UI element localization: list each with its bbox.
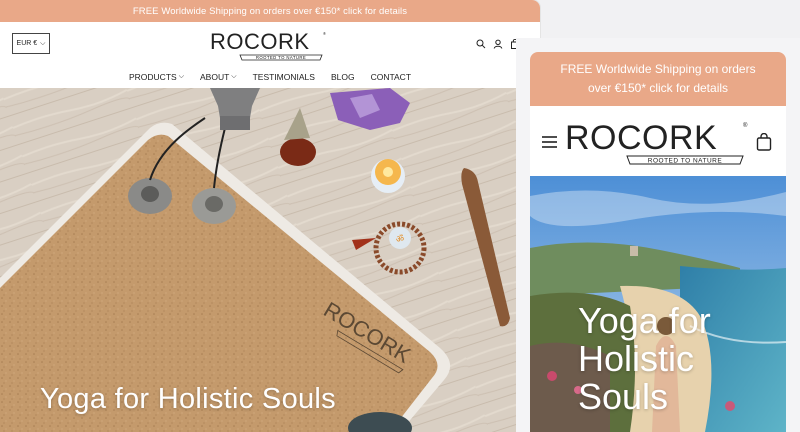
nav-label: PRODUCTS	[128, 72, 177, 82]
announcement-text[interactable]: FREE Worldwide Shipping on orders over €…	[133, 6, 407, 17]
cart-icon[interactable]	[756, 133, 772, 151]
menu-icon[interactable]	[542, 136, 557, 148]
desktop-preview: FREE Worldwide Shipping on orders over €…	[0, 0, 540, 432]
account-icon[interactable]	[493, 39, 503, 49]
svg-text:ॐ: ॐ	[396, 234, 404, 245]
mobile-frame: FREE Worldwide Shipping on orders over €…	[530, 52, 786, 432]
header-icons	[476, 39, 520, 49]
chevron-down-icon: ⌵	[40, 39, 46, 47]
announcement-bar[interactable]: FREE Worldwide Shipping on orders over €…	[0, 0, 540, 22]
site-header: EUR € ⌵ ROCORK ROOTED TO NATURE ®	[0, 22, 540, 66]
nav-item-contact[interactable]: CONTACT	[371, 72, 411, 82]
mobile-preview: FREE Worldwide Shipping on orders over €…	[516, 38, 800, 432]
brand-logo[interactable]: ROCORK ROOTED TO NATURE ®	[210, 28, 328, 62]
brand-tagline: ROOTED TO NATURE	[256, 55, 306, 60]
nav-item-testimonials[interactable]: TESTIMONIALS	[253, 72, 315, 82]
svg-text:ROOTED TO NATURE: ROOTED TO NATURE	[648, 158, 723, 165]
nav-item-products[interactable]: PRODUCTS ⌵	[129, 72, 184, 82]
nav-item-blog[interactable]: BLOG	[331, 72, 355, 82]
hero-title: Yoga for Holistic Souls	[40, 383, 336, 415]
currency-value: EUR €	[16, 40, 38, 47]
mobile-hero-banner: Yoga for Holistic Souls	[530, 176, 786, 432]
chevron-down-icon: ⌵	[178, 73, 184, 80]
mobile-hero-line1: Yoga for	[578, 300, 711, 341]
hero-banner: ROCORK ॐ	[0, 88, 540, 432]
nav-label: ABOUT	[200, 72, 230, 82]
svg-text:ROOTED TO NATURE: ROOTED TO NATURE	[256, 55, 306, 60]
currency-selector[interactable]: EUR € ⌵	[12, 33, 50, 54]
svg-text:®: ®	[743, 122, 748, 129]
mobile-brand-tagline: ROOTED TO NATURE	[648, 158, 723, 165]
svg-text:ROCORK: ROCORK	[565, 119, 717, 157]
mobile-brand-name: ROCORK	[565, 119, 717, 157]
mobile-announcement-line1[interactable]: FREE Worldwide Shipping on orders	[560, 60, 755, 79]
chevron-down-icon: ⌵	[231, 73, 237, 80]
svg-text:®: ®	[323, 31, 326, 36]
main-nav: PRODUCTS ⌵ ABOUT ⌵ TESTIMONIALS BLOG CONTA…	[0, 66, 540, 88]
mobile-hero-line3: Souls	[578, 376, 669, 417]
mobile-hero-line2: Holistic	[578, 338, 695, 379]
mobile-header: ROCORK ROOTED TO NATURE ®	[530, 106, 786, 176]
mobile-announcement-bar[interactable]: FREE Worldwide Shipping on orders over €…	[530, 52, 786, 106]
svg-text:ROCORK: ROCORK	[210, 29, 310, 54]
nav-item-about[interactable]: ABOUT ⌵	[200, 72, 237, 82]
mobile-brand-logo[interactable]: ROCORK ROOTED TO NATURE ®	[565, 118, 751, 168]
hero-image: ROCORK ॐ	[0, 88, 540, 432]
brand-name: ROCORK	[210, 29, 310, 54]
search-icon[interactable]	[476, 39, 486, 49]
mobile-announcement-line2[interactable]: over €150* click for details	[560, 79, 755, 98]
mobile-hero-title: Yoga for Holistic Souls	[578, 302, 711, 416]
